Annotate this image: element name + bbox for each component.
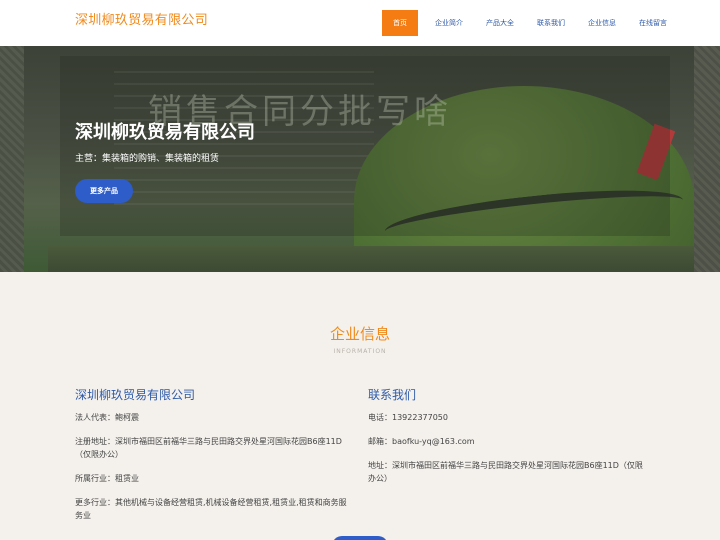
more-info-button[interactable] bbox=[332, 536, 388, 540]
contact-phone: 电话：13922377050 bbox=[368, 413, 448, 422]
contact-email: 邮箱：baofku-yq@163.com bbox=[368, 437, 475, 446]
hero-title: 深圳柳玖贸易有限公司 bbox=[75, 122, 255, 143]
nav-item-home[interactable]: 首页 bbox=[382, 10, 418, 36]
company-name-heading: 深圳柳玖贸易有限公司 bbox=[75, 388, 196, 402]
hero-pattern-left bbox=[0, 46, 24, 272]
hero-subtitle: 主营：集装箱的购销、集装箱的租赁 bbox=[75, 154, 220, 164]
nav-item-info[interactable]: 企业信息 bbox=[578, 10, 626, 36]
more-industries: 更多行业：其他机械与设备经营租赁,机械设备经营租赁,租赁业,租赁和商务服务业 bbox=[75, 498, 347, 520]
hero-overlay bbox=[60, 56, 670, 236]
hero-ground-shape bbox=[48, 246, 718, 272]
site-brand[interactable]: 深圳柳玖贸易有限公司 bbox=[75, 9, 208, 28]
contact-address: 地址：深圳市福田区前福华三路与民田路交界处星河国际花园B6座11D（仅限办公） bbox=[368, 461, 643, 483]
nav-item-message[interactable]: 在线留言 bbox=[629, 10, 677, 36]
company-info-column: 深圳柳玖贸易有限公司 法人代表：鲍柯震 注册地址：深圳市福田区前福华三路与民田路… bbox=[75, 386, 350, 533]
industry: 所属行业：租赁业 bbox=[75, 474, 139, 483]
hero-pattern-right bbox=[694, 46, 720, 272]
registered-address: 注册地址：深圳市福田区前福华三路与民田路交界处星河国际花园B6座11D（仅限办公… bbox=[75, 437, 342, 459]
site-header: 深圳柳玖贸易有限公司 首页 企业简介 产品大全 联系我们 企业信息 在线留言 bbox=[0, 0, 720, 46]
contact-heading: 联系我们 bbox=[368, 388, 417, 402]
nav-item-contact[interactable]: 联系我们 bbox=[527, 10, 575, 36]
nav-item-about[interactable]: 企业简介 bbox=[425, 10, 473, 36]
legal-representative: 法人代表：鲍柯震 bbox=[75, 413, 139, 422]
section-subtitle: INFORMATION bbox=[333, 348, 387, 355]
contact-column: 联系我们 电话：13922377050 邮箱：baofku-yq@163.com… bbox=[368, 386, 643, 496]
nav-item-products[interactable]: 产品大全 bbox=[476, 10, 524, 36]
more-products-button[interactable]: 更多产品 bbox=[75, 179, 133, 203]
section-title: 企业信息 bbox=[329, 325, 390, 343]
main-nav: 首页 企业简介 产品大全 联系我们 企业信息 在线留言 bbox=[382, 10, 680, 36]
